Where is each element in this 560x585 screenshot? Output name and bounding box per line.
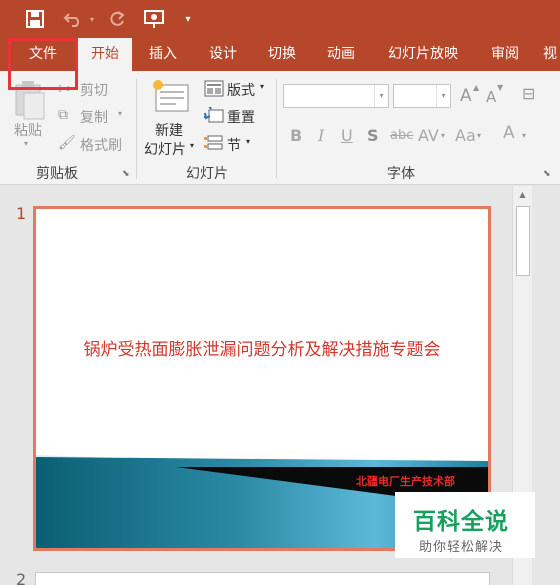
shadow-button[interactable]: S [367,126,379,145]
scroll-up-icon[interactable]: ▲ [516,190,529,202]
new-slide-button-line1[interactable]: 新建 [155,120,183,140]
cut-icon: ✂ [58,80,71,98]
character-spacing-dropdown-icon[interactable]: ▾ [441,131,445,140]
copy-icon: ⧉ [58,107,68,123]
italic-button[interactable]: I [318,126,324,145]
editing-area-edge [532,186,560,585]
strikethrough-button[interactable]: abc [390,128,413,143]
clipboard-group-label: 剪贴板 [36,166,78,182]
font-dialog-launcher-icon[interactable]: ⬊ [543,169,551,179]
ribbon-home: 粘贴 ▾ ✂ 剪切 ⧉ 复制 ▾ 🖌 格式刷 剪贴板 ⬊ 新建 幻灯片 ▾ 版式… [0,71,560,185]
tab-slideshow[interactable]: 幻灯片放映 [380,38,466,71]
shrink-font-button[interactable]: A [486,88,496,106]
copy-dropdown-icon[interactable]: ▾ [118,109,122,118]
cut-button[interactable]: 剪切 [80,80,108,100]
font-name-combobox[interactable]: ▾ [283,84,389,108]
present-from-start-icon[interactable] [140,7,168,31]
tab-view[interactable]: 视 [540,38,560,71]
font-group-label: 字体 [387,166,415,182]
tab-design[interactable]: 设计 [198,38,248,71]
scrollbar-thumb[interactable] [516,206,530,276]
reset-icon [198,104,224,125]
paste-icon[interactable] [12,79,46,123]
paste-dropdown-icon[interactable]: ▾ [24,139,28,148]
clear-formatting-icon[interactable]: ⊟ [522,84,535,103]
bold-button[interactable]: B [290,126,302,145]
layout-button[interactable]: 版式 [227,80,255,100]
undo-dropdown-icon[interactable]: ▾ [86,7,98,31]
slide-number-2: 2 [16,570,27,585]
format-painter-button[interactable]: 格式刷 [80,135,122,155]
paste-button[interactable]: 粘贴 [14,120,42,140]
format-painter-icon: 🖌 [58,135,76,151]
ribbon-tabs: 文件 开始 插入 设计 切换 动画 幻灯片放映 审阅 视 [0,38,560,71]
tab-file[interactable]: 文件 [10,38,76,71]
new-slide-dropdown-icon[interactable]: ▾ [190,141,194,150]
grow-font-arrow-icon: ▲ [473,83,480,92]
layout-dropdown-icon[interactable]: ▾ [260,82,264,91]
section-button[interactable]: 节 [227,135,241,155]
slide-thumbnail-2[interactable] [35,572,490,585]
reset-button[interactable]: 重置 [227,107,255,127]
tab-review[interactable]: 审阅 [480,38,530,71]
undo-icon[interactable] [60,7,86,31]
grow-font-button[interactable]: A [460,86,472,106]
layout-icon [204,80,224,98]
clipboard-dialog-launcher-icon[interactable]: ⬊ [122,169,130,179]
slide-number-1: 1 [16,204,27,223]
tab-transitions[interactable]: 切换 [257,38,307,71]
save-icon[interactable] [22,7,48,31]
font-color-button[interactable]: A [503,123,515,143]
tab-insert[interactable]: 插入 [138,38,188,71]
font-name-dropdown-icon[interactable]: ▾ [374,85,388,107]
font-color-dropdown-icon[interactable]: ▾ [522,131,526,140]
section-dropdown-icon[interactable]: ▾ [246,137,250,146]
change-case-button[interactable]: Aa [455,126,476,145]
font-size-dropdown-icon[interactable]: ▾ [436,85,450,107]
new-slide-button-line2[interactable]: 幻灯片 [144,139,186,159]
customize-dropdown-icon[interactable]: ▾ [180,7,196,31]
character-spacing-button[interactable]: AV [418,126,439,145]
watermark-tagline: 助你轻松解决 [419,540,504,555]
underline-button[interactable]: U [341,126,353,145]
watermark-brand: 百科全说 [413,509,509,535]
shrink-font-arrow-icon: ▼ [497,83,504,92]
new-slide-icon[interactable] [150,77,192,117]
tab-animations[interactable]: 动画 [316,38,366,71]
tab-home[interactable]: 开始 [78,38,132,71]
slide-department: 北疆电厂生产技术部 [356,475,455,488]
quick-access-toolbar: ▾ ▾ [0,0,560,38]
change-case-dropdown-icon[interactable]: ▾ [477,131,481,140]
redo-icon[interactable] [104,7,130,31]
watermark-logo: 百科全说 助你轻松解决 [395,492,535,558]
slides-group-label: 幻灯片 [186,166,228,182]
slide-title: 锅炉受热面膨胀泄漏问题分析及解决措施专题会 [83,340,441,360]
group-separator [136,79,137,179]
group-separator [276,79,277,179]
section-icon [204,134,224,152]
font-size-combobox[interactable]: ▾ [393,84,451,108]
copy-button[interactable]: 复制 [80,107,108,127]
